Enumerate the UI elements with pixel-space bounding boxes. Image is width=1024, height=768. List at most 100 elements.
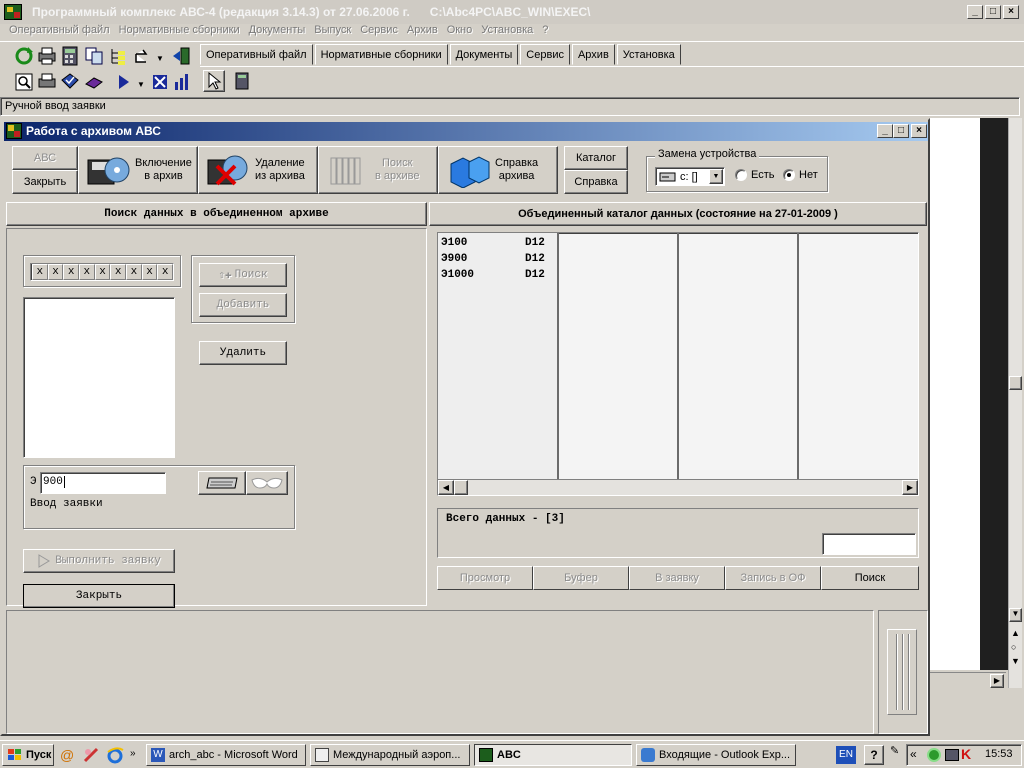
menu-item-normative[interactable]: Нормативные сборники [119,24,240,40]
calculator-icon[interactable] [232,71,252,91]
catalog-hscrollbar[interactable]: ◀ ▶ [438,479,918,495]
menu-item-output[interactable]: Выпуск [314,24,351,40]
mask-cell[interactable]: x [157,264,174,280]
mask-cell[interactable]: x [47,264,64,280]
mask-cell[interactable]: x [110,264,127,280]
quicklaunch-icon[interactable] [82,746,100,767]
delete-button[interactable]: Удалить [199,341,287,365]
mask-cells[interactable]: x x x x x x x x x [30,263,174,281]
scroll-thumb[interactable] [1009,376,1022,390]
preview-icon[interactable] [14,72,34,92]
dropdown-arrow-icon[interactable]: ▼ [137,80,145,89]
include-in-archive-button[interactable]: Включение в архив [78,146,198,194]
pen-icon[interactable]: ✎ [890,744,899,757]
menu-item-window[interactable]: Окно [447,24,473,40]
to-request-button[interactable]: В заявку [629,566,725,590]
pointer-hand-icon[interactable] [132,46,152,66]
print-icon[interactable] [37,72,57,92]
cursor-arrow-icon[interactable] [203,70,225,92]
menu-item-service[interactable]: Сервис [360,24,398,40]
help-icon[interactable]: ? [864,745,884,765]
mask-cell[interactable]: x [141,264,158,280]
minimize-icon[interactable]: _ [967,5,983,19]
book-icon[interactable] [84,72,104,92]
menu-item-operative-file[interactable]: Оперативный файл [9,24,110,40]
task-airport[interactable]: Международный аэроп... [310,744,470,766]
drive-select[interactable]: c: [] ▼ [655,167,725,186]
maximize-icon[interactable]: □ [893,124,909,138]
bar-chart-icon[interactable] [172,72,192,92]
chevron-left-icon[interactable]: « [910,747,917,761]
background-hscroll[interactable]: ▶ [930,672,1006,688]
scroll-up-arrow-icon[interactable]: ▲ [1011,628,1020,638]
tab-operative-file[interactable]: Оперативный файл [200,44,313,65]
close-button[interactable]: Закрыть [23,584,175,608]
copy-icon[interactable] [84,46,104,66]
cancel-box-icon[interactable] [150,72,170,92]
search-button[interactable]: ⇧✚ Поиск [199,263,287,287]
list-item[interactable]: Э900 D12 [441,251,557,267]
mail-at-icon[interactable]: @ [60,747,74,763]
request-input[interactable]: 900 [40,472,166,494]
task-word[interactable]: W arch_abc - Microsoft Word [146,744,306,766]
radio-no[interactable]: Нет [783,169,818,181]
calculator-icon[interactable] [60,46,80,66]
task-outlook[interactable]: Входящие - Outlook Exp... [636,744,796,766]
abc-button[interactable]: АВС [12,146,78,170]
scroll-right-arrow-icon[interactable]: ▶ [902,480,918,495]
play-icon[interactable] [114,72,134,92]
mask-cell[interactable]: x [94,264,111,280]
internet-explorer-icon[interactable] [106,746,124,767]
clock[interactable]: 15:53 [985,748,1013,760]
tab-normative[interactable]: Нормативные сборники [314,44,448,65]
keyboard-icon[interactable] [198,471,246,495]
mask-cell[interactable]: x [32,264,48,280]
minimize-icon[interactable]: _ [877,124,893,138]
language-indicator[interactable]: EN [836,746,856,764]
scroll-right-arrow-icon[interactable]: ▶ [990,674,1004,688]
tab-service[interactable]: Сервис [520,44,570,65]
catalog-list[interactable]: Э100 D12 Э900 D12 Э1000 D12 ◀ ▶ [437,232,919,496]
chevron-down-icon[interactable]: ▼ [709,169,723,184]
close-icon[interactable]: × [911,124,927,138]
mask-cell[interactable]: x [63,264,80,280]
menu-item-archive[interactable]: Архив [407,24,438,40]
delete-from-archive-button[interactable]: Удаление из архива [198,146,318,194]
toolbar-close-button[interactable]: Закрыть [12,170,78,194]
printer-icon[interactable] [37,46,57,66]
mask-cell[interactable]: x [79,264,95,280]
tab-settings[interactable]: Установка [616,44,681,65]
tree-icon[interactable] [108,46,128,66]
list-item[interactable]: Э100 D12 [441,235,557,251]
task-abc[interactable]: ABC [474,744,632,766]
network-icon[interactable] [945,749,959,761]
mask-cell[interactable]: x [126,264,142,280]
checklist-icon[interactable] [60,72,80,92]
radio-yes-circle[interactable] [735,169,747,181]
start-button[interactable]: Пуск [2,744,54,766]
menu-item-settings[interactable]: Установка [481,24,533,40]
exit-door-icon[interactable] [172,46,192,66]
tab-archive[interactable]: Архив [571,44,615,65]
catalog-search-button[interactable]: Поиск [821,566,919,590]
list-item[interactable]: Э1000 D12 [441,267,557,283]
antivirus-icon[interactable] [927,748,941,762]
scroll-left-arrow-icon[interactable]: ◀ [438,480,454,495]
close-icon[interactable]: × [1003,5,1019,19]
help-button[interactable]: Справка [564,170,628,194]
radio-yes[interactable]: Есть [735,169,774,181]
view-button[interactable]: Просмотр [437,566,533,590]
splitter-handle[interactable] [887,629,917,715]
scroll-dot-icon[interactable]: ○ [1011,642,1016,652]
radio-no-circle[interactable] [783,169,795,181]
tab-documents[interactable]: Документы [449,44,519,65]
chevron-right-icon[interactable]: » [130,748,136,759]
write-to-of-button[interactable]: Запись в ОФ [725,566,821,590]
menu-item-help[interactable]: ? [542,24,548,40]
menu-item-documents[interactable]: Документы [249,24,306,40]
kaspersky-icon[interactable]: K [961,746,971,762]
catalog-button[interactable]: Каталог [564,146,628,170]
request-list[interactable] [23,297,175,458]
dropdown-arrow-icon[interactable]: ▼ [156,54,164,63]
search-in-archive-button[interactable]: Поиск в архиве [318,146,438,194]
